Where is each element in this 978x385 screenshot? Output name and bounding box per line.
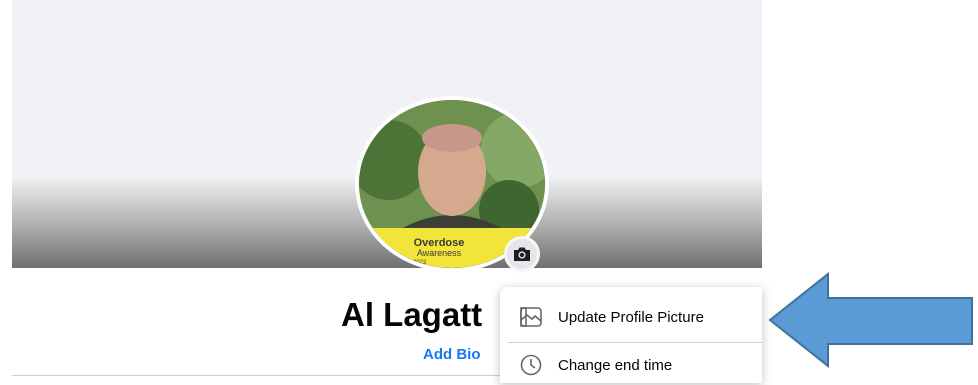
badge-line-1: Overdose [413, 237, 465, 249]
picture-icon [518, 306, 544, 328]
menu-divider [508, 342, 762, 343]
divider [12, 375, 507, 376]
camera-icon [514, 247, 530, 261]
menu-item-update-profile-picture[interactable]: Update Profile Picture [508, 297, 762, 337]
menu-item-label: Update Profile Picture [558, 308, 704, 326]
profile-picture-menu: Update Profile Picture Change end time [500, 287, 762, 383]
callout-arrow [768, 271, 973, 369]
clock-icon [518, 354, 544, 376]
badge-line-2: Awareness [416, 248, 462, 258]
profile-name: Al Lagatt [341, 296, 483, 333]
menu-item-label: Change end time [558, 356, 673, 374]
add-bio-link[interactable]: Add Bio [423, 346, 481, 363]
update-photo-camera-button[interactable] [504, 236, 540, 272]
menu-item-change-end-time[interactable]: Change end time [508, 345, 762, 385]
frame-badge: Overdose Awareness 2022 [399, 228, 479, 268]
badge-line-3: 2022 [413, 260, 427, 266]
